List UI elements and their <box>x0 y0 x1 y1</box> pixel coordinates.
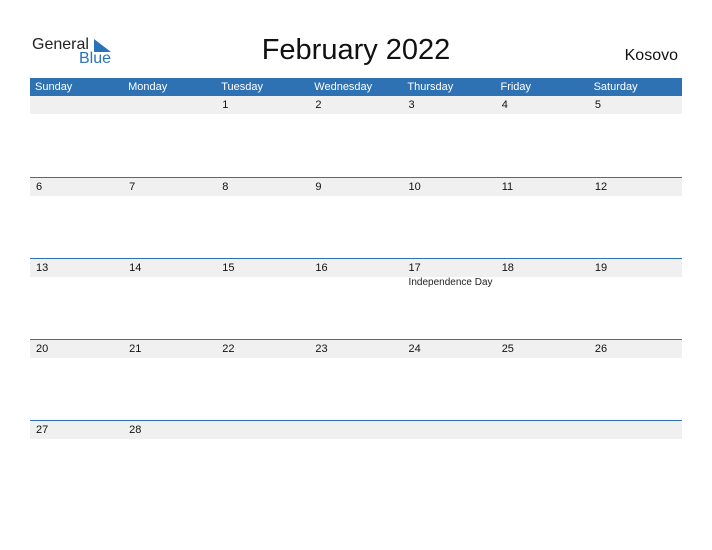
day-number: 10 <box>408 181 421 193</box>
day-number: 3 <box>408 99 415 111</box>
day-cell: 11 <box>496 178 589 259</box>
day-cell <box>403 421 496 502</box>
day-number: 4 <box>501 99 508 111</box>
day-cell: 14 <box>123 259 216 340</box>
holiday-label: Independence Day <box>408 277 493 288</box>
week-row: 27 28 <box>30 420 682 502</box>
day-cell: 10 <box>403 178 496 259</box>
day-number: 19 <box>594 262 608 274</box>
day-number: 25 <box>501 343 514 355</box>
day-number: 14 <box>129 262 142 274</box>
weekday-header: Sunday Monday Tuesday Wednesday Thursday… <box>30 78 682 96</box>
day-cell: 4 <box>496 96 589 177</box>
day-cell: 28 <box>123 421 216 502</box>
week-row: 13 14 15 16 17 Independence Day 18 19 <box>30 258 682 340</box>
day-number: 23 <box>315 343 328 355</box>
day-cell <box>123 96 216 177</box>
day-number: 27 <box>36 424 49 436</box>
day-number: 15 <box>222 262 235 274</box>
day-cell: 16 <box>309 259 402 340</box>
day-cell: 9 <box>309 178 402 259</box>
weekday-friday: Friday <box>500 81 532 93</box>
weekday-tuesday: Tuesday <box>221 81 263 93</box>
day-number: 24 <box>408 343 421 355</box>
day-number: 16 <box>315 262 328 274</box>
country-label: Kosovo <box>624 47 678 64</box>
day-cell: 2 <box>309 96 402 177</box>
day-number: 6 <box>36 181 43 193</box>
day-cell: 15 <box>216 259 309 340</box>
day-number: 5 <box>594 99 601 111</box>
day-cell: 17 Independence Day <box>403 259 496 340</box>
week-row: 1 2 3 4 5 <box>30 96 682 177</box>
day-number: 2 <box>315 99 322 111</box>
day-number: 13 <box>36 262 49 274</box>
day-cell <box>30 96 123 177</box>
day-number: 21 <box>129 343 142 355</box>
week-row: 6 7 8 9 10 11 12 <box>30 177 682 259</box>
day-cell: 12 <box>589 178 682 259</box>
day-cell <box>216 421 309 502</box>
day-number: 9 <box>315 181 322 193</box>
day-cell: 7 <box>123 178 216 259</box>
weekday-monday: Monday <box>128 81 168 93</box>
day-cell: 26 <box>589 340 682 421</box>
day-number: 1 <box>222 99 229 111</box>
day-number: 11 <box>501 181 514 193</box>
weekday-wednesday: Wednesday <box>314 81 373 93</box>
day-number: 12 <box>594 181 608 193</box>
day-cell: 19 <box>589 259 682 340</box>
day-cell <box>309 421 402 502</box>
day-cell: 24 <box>403 340 496 421</box>
day-cell: 5 <box>589 96 682 177</box>
week-row: 20 21 22 23 24 25 26 <box>30 339 682 421</box>
weekday-saturday: Saturday <box>593 81 638 93</box>
day-number: 22 <box>222 343 235 355</box>
day-cell <box>589 421 682 502</box>
day-cell: 18 <box>496 259 589 340</box>
day-number: 20 <box>36 343 49 355</box>
day-cell: 21 <box>123 340 216 421</box>
day-cell: 23 <box>309 340 402 421</box>
day-number: 7 <box>129 181 136 193</box>
page-title: February 2022 <box>261 34 451 66</box>
weekday-thursday: Thursday <box>407 81 454 93</box>
day-cell: 20 <box>30 340 123 421</box>
day-cell: 22 <box>216 340 309 421</box>
day-cell: 6 <box>30 178 123 259</box>
day-number: 8 <box>222 181 229 193</box>
day-cell: 8 <box>216 178 309 259</box>
weekday-sunday: Sunday <box>35 81 73 93</box>
day-number: 28 <box>129 424 142 436</box>
day-number: 26 <box>594 343 608 355</box>
day-number: 17 <box>408 262 421 274</box>
day-cell: 3 <box>403 96 496 177</box>
day-number: 18 <box>501 262 514 274</box>
day-cell: 27 <box>30 421 123 502</box>
day-cell <box>496 421 589 502</box>
day-cell: 13 <box>30 259 123 340</box>
day-cell: 1 <box>216 96 309 177</box>
day-cell: 25 <box>496 340 589 421</box>
